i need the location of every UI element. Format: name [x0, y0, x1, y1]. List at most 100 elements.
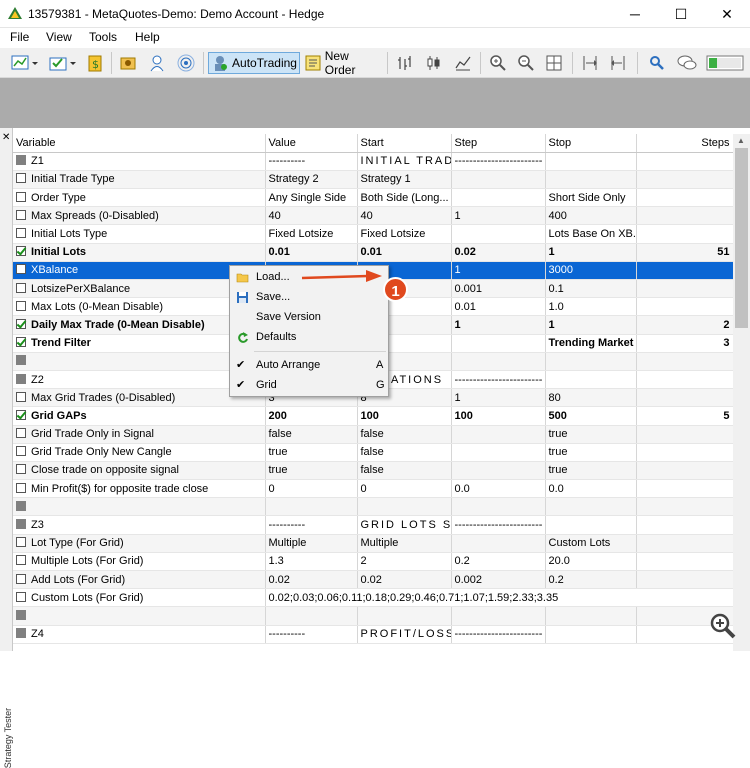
- steps-cell[interactable]: 5: [636, 406, 733, 426]
- steps-cell[interactable]: [636, 261, 733, 281]
- start-cell[interactable]: 0.02: [357, 570, 452, 590]
- checkbox[interactable]: [16, 318, 26, 329]
- start-cell[interactable]: 40: [357, 206, 452, 226]
- steps-cell[interactable]: [636, 152, 733, 171]
- stop-cell[interactable]: 20.0: [545, 552, 637, 572]
- scroll-up-icon[interactable]: ▲: [737, 136, 745, 145]
- stop-cell[interactable]: [545, 497, 637, 517]
- menu-tools[interactable]: Tools: [89, 30, 117, 44]
- start-cell[interactable]: 100: [357, 406, 452, 426]
- value-cell[interactable]: true: [265, 461, 358, 481]
- stop-cell[interactable]: 1: [545, 315, 637, 335]
- table-row[interactable]: Lot Type (For Grid) Multiple Multiple Custo…: [13, 534, 733, 553]
- column-header-stop[interactable]: Stop: [545, 134, 637, 153]
- table-row[interactable]: [13, 606, 733, 626]
- checkbox[interactable]: [16, 391, 26, 402]
- stop-cell[interactable]: Lots Base On XB...: [545, 224, 637, 244]
- value-cell[interactable]: ----------: [265, 152, 358, 171]
- step-cell[interactable]: ------------------------: [451, 515, 546, 535]
- variable-cell[interactable]: Multiple Lots (For Grid): [13, 552, 266, 572]
- variable-cell[interactable]: Max Grid Trades (0-Disabled): [13, 388, 266, 408]
- steps-cell[interactable]: [636, 388, 733, 408]
- table-row[interactable]: Grid Trade Only New Cangle true false true: [13, 443, 733, 462]
- value-cell[interactable]: Multiple: [265, 534, 358, 553]
- market-watch-button[interactable]: $: [84, 52, 106, 74]
- stop-cell[interactable]: [545, 170, 637, 190]
- steps-cell[interactable]: 3: [636, 334, 733, 353]
- step-cell[interactable]: 0.02: [451, 243, 546, 262]
- variable-cell[interactable]: Z3: [13, 515, 266, 535]
- step-cell[interactable]: [451, 461, 546, 481]
- table-row[interactable]: Z4----------PROFIT/LOSS MANAGEMENT------…: [13, 625, 733, 644]
- table-row[interactable]: [13, 497, 733, 517]
- table-row[interactable]: Grid GAPs 200 100 100 500 5: [13, 406, 733, 426]
- variable-cell[interactable]: Grid Trade Only New Cangle: [13, 443, 266, 462]
- steps-cell[interactable]: [636, 170, 733, 190]
- menu-item-save[interactable]: Save...: [230, 288, 388, 307]
- variable-cell[interactable]: LotsizePerXBalance: [13, 279, 266, 299]
- value-cell[interactable]: ----------: [265, 515, 358, 535]
- variable-cell[interactable]: Max Spreads (0-Disabled): [13, 206, 266, 226]
- table-row[interactable]: Order Type Any Single Side Both Side (Long…: [13, 188, 733, 208]
- variable-cell[interactable]: XBalance: [13, 261, 266, 281]
- variable-cell[interactable]: Close trade on opposite signal: [13, 461, 266, 481]
- tile-windows-button[interactable]: [542, 52, 566, 74]
- start-cell[interactable]: 0.01: [357, 243, 452, 262]
- step-cell[interactable]: 1: [451, 315, 546, 335]
- value-cell[interactable]: 40: [265, 206, 358, 226]
- menu-item-grid[interactable]: ✔ Grid G: [230, 376, 388, 395]
- variable-cell[interactable]: Lot Type (For Grid): [13, 534, 266, 553]
- checkbox[interactable]: [16, 519, 26, 530]
- menu-item-defaults[interactable]: Defaults: [230, 328, 388, 347]
- step-cell[interactable]: 0.002: [451, 570, 546, 590]
- steps-cell[interactable]: 2: [636, 315, 733, 335]
- signals-button[interactable]: [175, 52, 197, 74]
- variable-cell[interactable]: Initial Trade Type: [13, 170, 266, 190]
- steps-cell[interactable]: [636, 534, 733, 553]
- value-cell[interactable]: ----------: [265, 625, 358, 644]
- column-header-value[interactable]: Value: [265, 134, 358, 153]
- variable-cell[interactable]: Z2: [13, 370, 266, 390]
- step-cell[interactable]: 1: [451, 261, 546, 281]
- value-cell[interactable]: Fixed Lotsize: [265, 224, 358, 244]
- checkbox[interactable]: [16, 464, 26, 475]
- start-cell[interactable]: INITIAL TRADE SETUP: [357, 152, 452, 171]
- steps-cell[interactable]: [636, 479, 733, 499]
- chat-button[interactable]: [674, 52, 700, 74]
- navigator-button[interactable]: [117, 52, 139, 74]
- new-order-button[interactable]: New Order: [304, 49, 382, 77]
- value-cell[interactable]: 1.3: [265, 552, 358, 572]
- value-cell[interactable]: 200: [265, 406, 358, 426]
- step-cell[interactable]: ------------------------: [451, 152, 546, 171]
- table-row[interactable]: Max Spreads (0-Disabled) 40 40 1 400: [13, 206, 733, 226]
- connection-status[interactable]: [705, 52, 745, 74]
- maximize-button[interactable]: ☐: [658, 0, 704, 28]
- stop-cell[interactable]: [545, 606, 637, 626]
- column-header-step[interactable]: Step: [451, 134, 546, 153]
- start-cell[interactable]: Fixed Lotsize: [357, 224, 452, 244]
- start-cell[interactable]: false: [357, 461, 452, 481]
- checkbox[interactable]: [16, 500, 26, 511]
- start-cell[interactable]: Strategy 1: [357, 170, 452, 190]
- value-cell[interactable]: 0.02;0.03;0.06;0.11;0.18;0.29;0.46;0.71;…: [265, 588, 733, 608]
- menu-help[interactable]: Help: [135, 30, 160, 44]
- variable-cell[interactable]: Initial Lots: [13, 243, 266, 262]
- magnifier-zoom-icon[interactable]: [709, 612, 737, 640]
- variable-cell[interactable]: Order Type: [13, 188, 266, 208]
- step-cell[interactable]: [451, 534, 546, 553]
- table-row[interactable]: Grid Trade Only in Signal false false true: [13, 425, 733, 444]
- steps-cell[interactable]: [636, 425, 733, 444]
- variable-cell[interactable]: Z4: [13, 625, 266, 644]
- stop-cell[interactable]: [545, 370, 637, 390]
- step-cell[interactable]: [451, 334, 546, 353]
- stop-cell[interactable]: 1.0: [545, 297, 637, 317]
- steps-cell[interactable]: [636, 570, 733, 590]
- step-cell[interactable]: 0.0: [451, 479, 546, 499]
- stop-cell[interactable]: 1: [545, 243, 637, 262]
- steps-cell[interactable]: [636, 297, 733, 317]
- bar-chart-button[interactable]: [393, 52, 417, 74]
- variable-cell[interactable]: [13, 497, 266, 517]
- stop-cell[interactable]: [545, 152, 637, 171]
- table-row[interactable]: Custom Lots (For Grid) 0.02;0.03;0.06;0.1…: [13, 588, 733, 608]
- step-cell[interactable]: [451, 352, 546, 371]
